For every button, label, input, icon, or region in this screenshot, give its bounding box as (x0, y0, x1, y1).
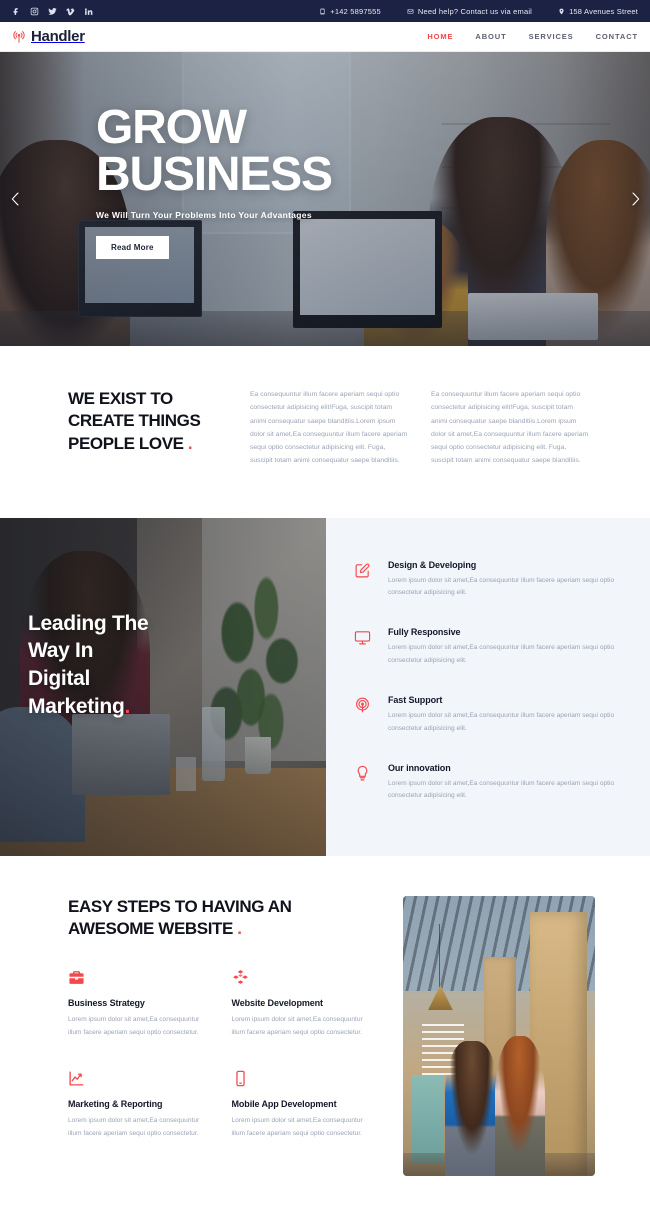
step-description: Lorem ipsum dolor sit amet,Ea consequunt… (68, 1016, 200, 1036)
step-description: Lorem ipsum dolor sit amet,Ea consequunt… (68, 1116, 200, 1137)
features-title-line4-wrap: Marketing. (28, 693, 148, 721)
feature-title: Our innovation (388, 762, 451, 773)
chevron-right-icon (631, 192, 639, 206)
step-description: Lorem ipsum dolor sit amet,Ea consequunt… (231, 1016, 363, 1036)
social-links (12, 7, 93, 16)
hero-content: GROW BUSINESS We Will Turn Your Problems… (0, 52, 650, 260)
phone-item[interactable]: +142 5897555 (319, 7, 381, 16)
nav-item-services[interactable]: SERVICES (529, 32, 574, 41)
hero-subtitle: We Will Turn Your Problems Into Your Adv… (96, 210, 312, 221)
about-heading-line1: WE EXIST TO (68, 389, 173, 408)
features-photo-panel: Leading The Way In Digital Marketing. (0, 517, 326, 856)
email-item[interactable]: Need help? Contact us via email (407, 7, 532, 16)
address-item[interactable]: 158 Avenues Street (558, 7, 638, 16)
about-paragraph-1: Ea consequuntur illum facere aperiam seq… (250, 391, 408, 465)
feature-item-our-innovation[interactable]: Our innovation Lorem ipsum dolor sit ame… (354, 763, 620, 804)
main-navigation: HOME ABOUT SERVICES CONTACT (427, 32, 638, 41)
vimeo-icon[interactable] (66, 7, 75, 16)
feature-description: Lorem ipsum dolor sit amet,Ea consequunt… (388, 576, 615, 597)
step-title: Business Strategy (68, 998, 145, 1009)
slider-prev-button[interactable] (6, 190, 24, 208)
steps-heading-line2: AWESOME WEBSITE (68, 919, 233, 939)
feature-item-design-developing[interactable]: Design & Developing Lorem ipsum dolor si… (354, 560, 620, 601)
chart-line-icon (68, 1070, 210, 1090)
step-title: Mobile App Development (231, 1098, 337, 1109)
topbar-contact-group: +142 5897555 Need help? Contact us via e… (319, 7, 638, 16)
site-header: Handler HOME ABOUT SERVICES CONTACT (0, 22, 650, 52)
cubes-icon (232, 969, 374, 989)
location-pin-icon (559, 8, 564, 14)
step-description: Lorem ipsum dolor sit amet,Ea consequunt… (231, 1116, 363, 1137)
monitor-icon (354, 627, 374, 646)
feature-item-fully-responsive[interactable]: Fully Responsive Lorem ipsum dolor sit a… (354, 627, 620, 668)
lightbulb-icon (354, 763, 374, 782)
facebook-icon[interactable] (12, 7, 21, 16)
about-section: WE EXIST TO CREATE THINGS PEOPLE LOVE . … (0, 346, 650, 518)
twitter-icon[interactable] (48, 7, 57, 16)
office-walk-photo (403, 895, 595, 1176)
address-text: 158 Avenues Street (569, 6, 638, 16)
hero-slider: GROW BUSINESS We Will Turn Your Problems… (0, 52, 650, 346)
nav-item-contact[interactable]: CONTACT (596, 32, 638, 41)
envelope-icon (407, 8, 414, 14)
steps-content: EASY STEPS TO HAVING AN AWESOME WEBSITE … (68, 896, 373, 1176)
instagram-icon[interactable] (30, 7, 39, 16)
feature-description: Lorem ipsum dolor sit amet,Ea consequunt… (388, 644, 615, 665)
briefcase-icon (68, 969, 210, 989)
feature-title: Fast Support (388, 694, 443, 705)
features-title-line1: Leading The (28, 611, 149, 635)
features-title: Leading The Way In Digital Marketing. (28, 610, 149, 721)
steps-heading-line1: EASY STEPS TO HAVING AN (68, 896, 292, 916)
step-item-website-development[interactable]: Website Development Lorem ipsum dolor si… (232, 969, 374, 1040)
linkedin-icon[interactable] (84, 7, 93, 16)
about-paragraph-2: Ea consequuntur illum facere aperiam seq… (431, 391, 589, 465)
step-item-business-strategy[interactable]: Business Strategy Lorem ipsum dolor sit … (68, 969, 210, 1040)
features-section: Leading The Way In Digital Marketing. De… (0, 517, 650, 856)
steps-heading: EASY STEPS TO HAVING AN AWESOME WEBSITE … (68, 896, 373, 942)
mobile-phone-icon (232, 1070, 374, 1090)
hero-title-line2: BUSINESS (96, 148, 333, 202)
features-title-line2: Way In (28, 639, 94, 663)
step-item-mobile-app-development[interactable]: Mobile App Development Lorem ipsum dolor… (232, 1070, 374, 1141)
hero-title-line1: GROW (96, 101, 247, 154)
phone-text: +142 5897555 (330, 6, 381, 16)
broadcast-icon (12, 30, 26, 44)
features-title-line4: Marketing (28, 694, 125, 718)
slider-next-button[interactable] (626, 190, 644, 208)
feature-title: Fully Responsive (388, 627, 461, 638)
chevron-left-icon (11, 192, 19, 206)
feature-description: Lorem ipsum dolor sit amet,Ea consequunt… (388, 711, 615, 732)
top-bar: +142 5897555 Need help? Contact us via e… (0, 0, 650, 22)
feature-item-fast-support[interactable]: Fast Support Lorem ipsum dolor sit amet,… (354, 695, 620, 736)
pencil-edit-icon (354, 560, 374, 579)
feature-description: Lorem ipsum dolor sit amet,Ea consequunt… (388, 779, 615, 800)
steps-grid: Business Strategy Lorem ipsum dolor sit … (68, 969, 373, 1140)
broadcast-icon (354, 695, 374, 714)
hero-read-more-button[interactable]: Read More (96, 236, 169, 260)
features-title-line3: Digital (28, 666, 91, 690)
brand-logo[interactable]: Handler (12, 28, 85, 45)
step-title: Marketing & Reporting (68, 1098, 163, 1109)
accent-dot: . (124, 694, 131, 718)
about-heading-line2: CREATE THINGS (68, 411, 201, 431)
brand-name: Handler (31, 28, 85, 45)
about-heading: WE EXIST TO CREATE THINGS PEOPLE LOVE . (68, 388, 228, 468)
feature-title: Design & Developing (388, 559, 477, 570)
steps-photo-column (403, 895, 595, 1176)
nav-item-about[interactable]: ABOUT (475, 32, 506, 41)
steps-section: EASY STEPS TO HAVING AN AWESOME WEBSITE … (0, 855, 650, 1210)
step-item-marketing-reporting[interactable]: Marketing & Reporting Lorem ipsum dolor … (68, 1070, 210, 1141)
about-heading-line3: PEOPLE LOVE (68, 433, 184, 453)
step-title: Website Development (231, 998, 324, 1009)
nav-item-home[interactable]: HOME (427, 32, 453, 41)
hero-title: GROW BUSINESS (96, 101, 650, 202)
phone-icon (320, 8, 325, 14)
email-text: Need help? Contact us via email (417, 6, 533, 16)
accent-dot: . (237, 919, 242, 939)
accent-dot: . (187, 433, 193, 453)
features-list: Design & Developing Lorem ipsum dolor si… (326, 518, 650, 856)
